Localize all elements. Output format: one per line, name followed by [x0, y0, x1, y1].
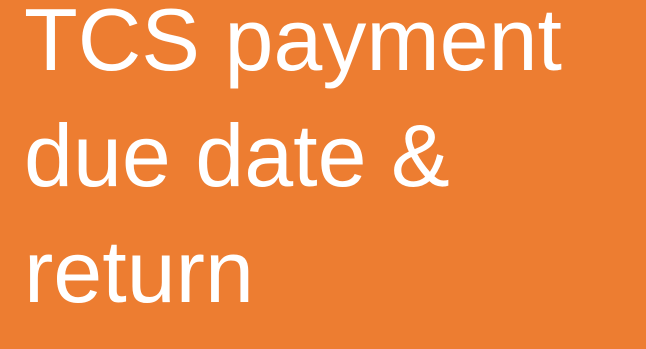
slide-title: TCS payment due date & return [24, 0, 562, 330]
title-line-3: return [24, 222, 254, 321]
title-line-2: due date & [24, 106, 450, 205]
title-line-1: TCS payment [24, 0, 562, 89]
title-slide: TCS payment due date & return [0, 0, 646, 349]
